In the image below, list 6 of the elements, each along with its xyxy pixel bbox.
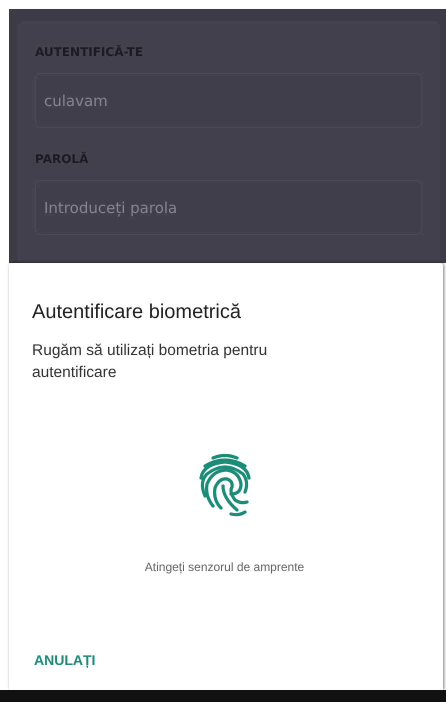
dialog-title: Autentificare biometrică bbox=[32, 301, 242, 324]
dialog-message: Rugăm să utilizați bometria pentru autentificare bbox=[32, 341, 268, 383]
hint-text: Atingeți senzorul de amprente bbox=[144, 560, 306, 574]
input-field[interactable]: Introduceți parola bbox=[35, 180, 422, 235]
cancel-button[interactable]: ANULAȚI bbox=[30, 650, 100, 670]
input-field[interactable]: culavam bbox=[35, 73, 422, 128]
